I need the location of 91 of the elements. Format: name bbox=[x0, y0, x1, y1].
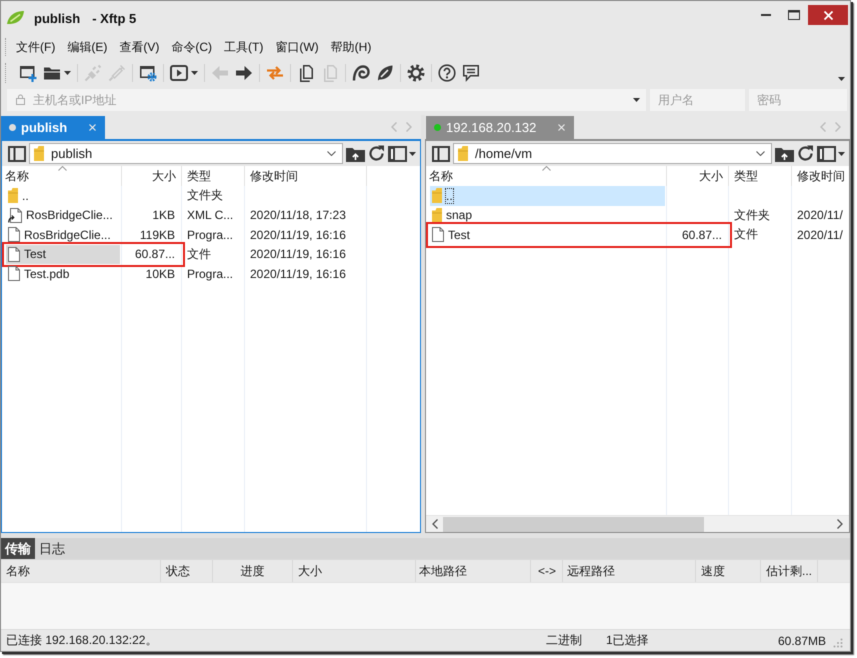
file-name-item[interactable]: Test bbox=[6, 244, 120, 264]
file-type: 文件夹 bbox=[733, 206, 771, 224]
modified-date: 2020/11/19, 16:16 bbox=[249, 226, 347, 244]
menu-item[interactable]: 命令(C) bbox=[171, 38, 212, 56]
close-icon[interactable] bbox=[558, 124, 566, 131]
file-size: 60.87... bbox=[680, 226, 723, 244]
file-name-item[interactable]: Test.pdb bbox=[6, 264, 120, 284]
file-size: 60.87... bbox=[134, 246, 176, 264]
connection-status: 已连接 192.168.20.132:22。 bbox=[6, 632, 158, 649]
lock-icon bbox=[16, 94, 25, 105]
dropdown-caret-icon[interactable] bbox=[633, 98, 640, 102]
modified-date: 2020/11/ bbox=[796, 207, 844, 224]
sort-caret-icon bbox=[542, 166, 551, 171]
sort-caret-icon bbox=[58, 166, 66, 171]
folder-icon bbox=[432, 188, 442, 204]
menu-item[interactable]: 查看(V) bbox=[119, 38, 160, 56]
file-type: 文件 bbox=[186, 246, 212, 263]
modified-date: 2020/11/ bbox=[796, 226, 844, 244]
chevron-down-icon bbox=[327, 151, 336, 156]
menu-item[interactable]: 编辑(E) bbox=[67, 38, 108, 56]
folder-icon bbox=[458, 146, 468, 161]
panel-tab[interactable]: 传输 bbox=[1, 538, 35, 559]
minimize-icon bbox=[761, 14, 771, 16]
refresh-icon[interactable] bbox=[797, 145, 814, 162]
caret-down-icon bbox=[838, 152, 845, 156]
file-type: 文件夹 bbox=[186, 187, 224, 204]
file-name-item[interactable]: Test bbox=[430, 225, 665, 244]
folder-icon bbox=[34, 146, 44, 161]
panel-tab[interactable]: 日志 bbox=[35, 538, 69, 559]
file-icon bbox=[8, 266, 20, 282]
selection-count: 1已选择 bbox=[606, 632, 650, 649]
sidebar-toggle-icon[interactable] bbox=[8, 146, 26, 162]
caret-down-icon bbox=[191, 71, 198, 75]
modified-date: 2020/11/19, 16:16 bbox=[249, 266, 347, 283]
toolbar-overflow-icon[interactable] bbox=[838, 77, 845, 81]
username-field[interactable]: 用户名 bbox=[650, 89, 745, 111]
menu-item[interactable]: 窗口(W) bbox=[275, 38, 319, 56]
close-icon[interactable] bbox=[89, 124, 96, 131]
caret-down-icon bbox=[409, 152, 416, 156]
file-size: 10KB bbox=[144, 266, 176, 283]
layout-icon bbox=[388, 146, 407, 162]
menu-item[interactable]: 工具(T) bbox=[224, 38, 264, 56]
file-icon bbox=[8, 246, 20, 262]
view-button[interactable] bbox=[388, 144, 416, 162]
file-type: 文件 bbox=[733, 226, 759, 244]
app-name: - Xftp 5 bbox=[92, 11, 136, 26]
resize-grip-icon[interactable] bbox=[833, 638, 843, 648]
file-size: 1KB bbox=[151, 207, 176, 224]
path-combo[interactable]: publish bbox=[29, 143, 343, 164]
file-size: 119KB bbox=[138, 226, 176, 244]
chevron-down-icon bbox=[756, 151, 765, 156]
refresh-icon[interactable] bbox=[368, 145, 385, 162]
transfer-mode: 二进制 bbox=[546, 632, 583, 649]
folder-icon bbox=[432, 208, 442, 223]
modified-date: 2020/11/19, 16:16 bbox=[249, 246, 347, 264]
file-name-item[interactable]: RosBridgeClie... bbox=[6, 225, 120, 244]
close-icon bbox=[824, 10, 832, 20]
file-name-item[interactable]: .. bbox=[430, 186, 665, 206]
maximize-icon bbox=[788, 10, 800, 20]
file-name-item[interactable]: RosBridgeClie... bbox=[6, 206, 120, 225]
column-header[interactable]: 修改时间 bbox=[792, 166, 850, 186]
window-title: publish bbox=[34, 11, 80, 26]
modified-date: 2020/11/18, 17:23 bbox=[249, 207, 347, 224]
view-button[interactable] bbox=[817, 144, 845, 162]
scrollbar-thumb[interactable] bbox=[443, 516, 704, 532]
password-field[interactable]: 密码 bbox=[749, 89, 847, 111]
file-type: Progra... bbox=[186, 226, 234, 244]
close-button[interactable] bbox=[808, 5, 848, 25]
file-icon bbox=[432, 227, 444, 242]
file-shortcut-icon bbox=[8, 208, 22, 223]
pane-tab[interactable]: publish bbox=[1, 116, 106, 139]
leaf-logo-icon bbox=[6, 10, 25, 25]
folder-up-icon[interactable] bbox=[775, 146, 794, 162]
path-combo[interactable]: /home/vm bbox=[453, 143, 772, 164]
run-button[interactable] bbox=[168, 62, 200, 84]
selection-size: 60.87MB bbox=[778, 634, 826, 648]
layout-icon bbox=[817, 146, 836, 162]
file-icon bbox=[8, 227, 20, 242]
sidebar-toggle-icon[interactable] bbox=[432, 146, 450, 162]
folder-icon bbox=[8, 188, 18, 204]
file-type: XML C... bbox=[186, 207, 234, 224]
file-name-item[interactable]: snap bbox=[430, 206, 665, 225]
file-name-item[interactable]: .. bbox=[6, 186, 120, 206]
host-field[interactable]: 主机名或IP地址 bbox=[7, 89, 646, 111]
folder-up-icon[interactable] bbox=[346, 146, 365, 162]
menu-item[interactable]: 帮助(H) bbox=[330, 38, 372, 56]
caret-down-icon bbox=[64, 71, 71, 75]
scroll-left-icon[interactable] bbox=[432, 519, 438, 529]
menu-item[interactable]: 文件(F) bbox=[16, 38, 56, 56]
scroll-right-icon[interactable] bbox=[837, 519, 843, 529]
file-type: Progra... bbox=[186, 266, 234, 283]
